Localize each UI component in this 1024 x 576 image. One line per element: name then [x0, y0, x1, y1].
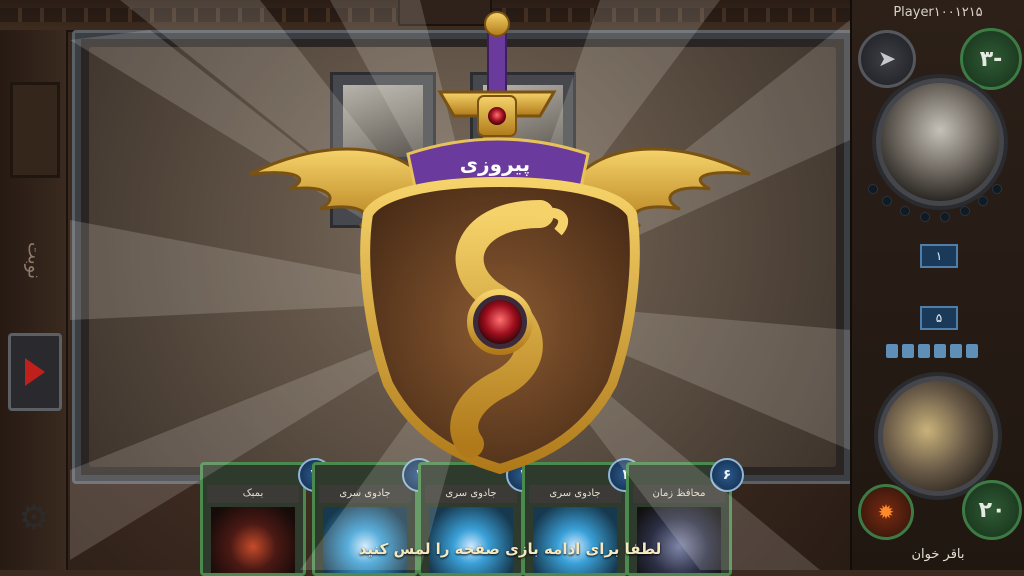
mana-crystal — [966, 344, 978, 358]
opponent-board-count: ۱ — [920, 244, 958, 268]
mana-dot — [978, 196, 988, 206]
opponent-weapon[interactable]: ➤ — [858, 30, 916, 88]
victory-emblem — [249, 11, 751, 474]
mana-dot — [900, 206, 910, 216]
turn-label: نوبت — [23, 241, 45, 279]
mana-dot — [882, 196, 892, 206]
card-title: جادوی سری — [319, 485, 411, 503]
settings-button[interactable]: ⚙ — [14, 478, 54, 558]
mana-dot — [960, 206, 970, 216]
card-title: محافظ زمان — [633, 485, 725, 503]
arrowhead-icon: ➤ — [877, 46, 897, 72]
player-health: ۲۰ — [962, 480, 1022, 540]
end-turn-button[interactable] — [8, 333, 62, 411]
opponent-mana-ring — [864, 182, 1004, 232]
mana-dot — [868, 184, 878, 194]
mana-crystal — [886, 344, 898, 358]
gear-icon: ⚙ — [18, 498, 50, 538]
player-hero-portrait[interactable] — [878, 376, 998, 496]
left-decoration — [10, 82, 60, 178]
mana-crystal — [950, 344, 962, 358]
victory-banner-text: پیروزی — [459, 152, 531, 176]
opponent-player-name: Player۱۰۰۱۲۱۵ — [893, 5, 983, 20]
triangle-right-icon — [25, 358, 45, 386]
continue-prompt[interactable]: لطفا برای ادامه بازی صفحه را لمس کنید — [280, 536, 740, 562]
card-title: جادوی سری — [529, 485, 621, 503]
player-name: باقر خوان — [911, 547, 965, 562]
card-title: بمبک — [207, 485, 299, 503]
player-board-count: ۵ — [920, 306, 958, 330]
opponent-mana: ۳- — [960, 28, 1022, 90]
mana-crystal — [934, 344, 946, 358]
player-weapon[interactable]: ✹ — [858, 484, 914, 540]
player-mana-bar — [884, 344, 984, 360]
card-title: جادوی سری — [425, 485, 517, 503]
mana-crystal — [902, 344, 914, 358]
mana-dot — [992, 184, 1002, 194]
mana-dot — [920, 212, 930, 222]
mana-dot — [940, 212, 950, 222]
fire-icon: ✹ — [877, 500, 895, 524]
mana-crystal — [918, 344, 930, 358]
